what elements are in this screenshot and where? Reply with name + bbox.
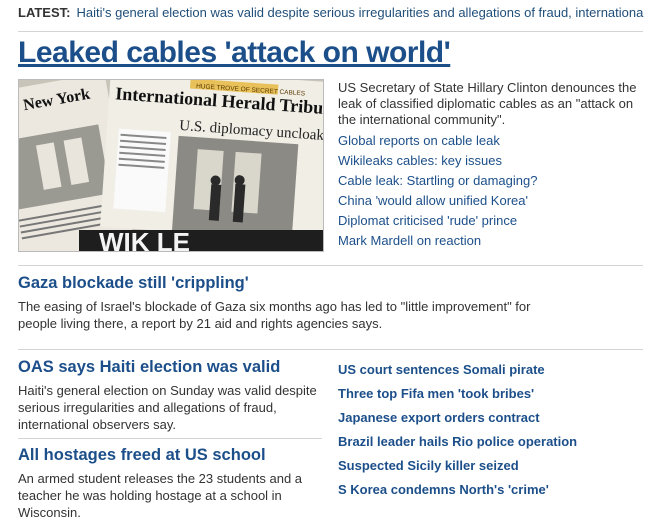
divider [18, 31, 643, 32]
latest-text[interactable]: Haiti's general election was valid despi… [76, 5, 643, 20]
top-story-image[interactable]: New York HUGE TROVE OF SECRET CABLES Int… [18, 79, 324, 252]
related-link[interactable]: Global reports on cable leak [338, 131, 640, 151]
side-headline-link[interactable]: S Korea condemns North's 'crime' [338, 478, 638, 502]
divider [18, 349, 643, 350]
top-story-headline[interactable]: Leaked cables 'attack on world' [18, 36, 451, 70]
related-link[interactable]: Cable leak: Startling or damaging? [338, 171, 640, 191]
divider [18, 438, 322, 439]
more-headlines-list: US court sentences Somali pirate Three t… [338, 358, 638, 502]
story-headline[interactable]: OAS says Haiti election was valid [18, 358, 280, 377]
related-link[interactable]: China 'would allow unified Korea' [338, 191, 640, 211]
related-link[interactable]: Mark Mardell on reaction [338, 231, 640, 251]
related-link[interactable]: Wikileaks cables: key issues [338, 151, 640, 171]
side-headline-link[interactable]: Japanese export orders contract [338, 406, 638, 430]
top-story-related-links: Global reports on cable leak Wikileaks c… [338, 131, 640, 251]
side-headline-link[interactable]: US court sentences Somali pirate [338, 358, 638, 382]
latest-label: LATEST: [18, 5, 71, 20]
story-headline[interactable]: All hostages freed at US school [18, 446, 266, 465]
side-headline-link[interactable]: Suspected Sicily killer seized [338, 454, 638, 478]
top-story-summary: US Secretary of State Hillary Clinton de… [338, 80, 637, 127]
svg-text:WIK LE: WIK LE [99, 227, 190, 251]
story-summary: Haiti's general election on Sunday was v… [18, 383, 317, 432]
related-link[interactable]: Diplomat criticised 'rude' prince [338, 211, 640, 231]
divider [18, 265, 643, 266]
side-headline-link[interactable]: Brazil leader hails Rio police operation [338, 430, 638, 454]
side-headline-link[interactable]: Three top Fifa men 'took bribes' [338, 382, 638, 406]
story-summary: An armed student releases the 23 student… [18, 471, 303, 520]
story-summary: The easing of Israel's blockade of Gaza … [18, 299, 531, 331]
latest-ticker[interactable]: LATEST: Haiti's general election was vali… [18, 4, 645, 26]
newspapers-illustration: New York HUGE TROVE OF SECRET CABLES Int… [19, 80, 323, 251]
story-headline[interactable]: Gaza blockade still 'crippling' [18, 274, 249, 293]
